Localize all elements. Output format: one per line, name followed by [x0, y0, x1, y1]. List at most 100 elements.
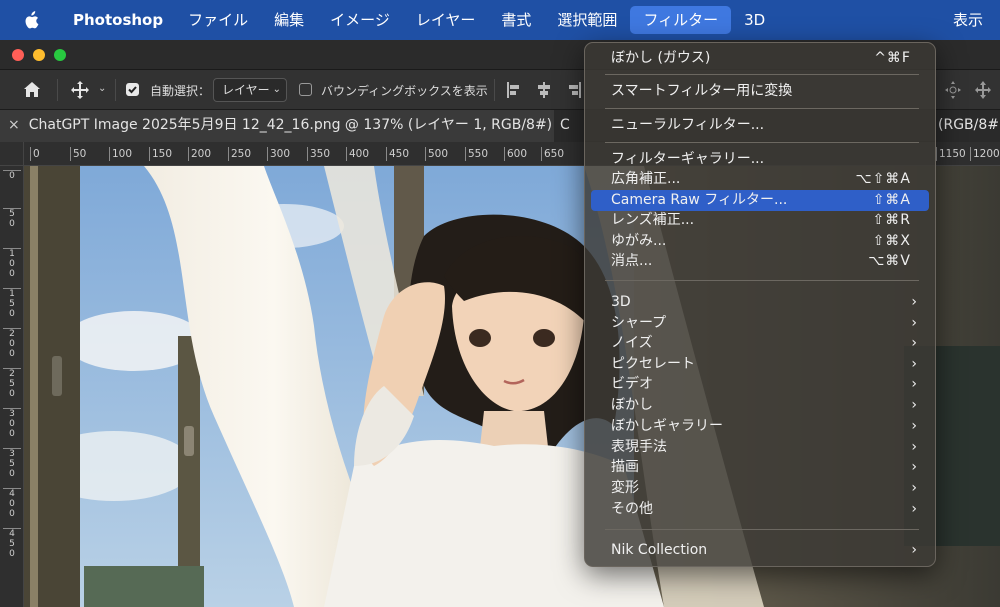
chevron-down-icon[interactable]: ⌄ [98, 83, 106, 94]
submenu-arrow-icon: › [911, 418, 917, 434]
ruler-tick: 150 [149, 147, 172, 161]
menu-filter[interactable]: フィルター [630, 6, 732, 34]
minimize-window-button[interactable] [33, 49, 45, 61]
menu-item-label: ぼかし [611, 397, 653, 413]
submenu-arrow-icon: › [911, 480, 917, 496]
auto-select-value: レイヤー [222, 83, 270, 97]
align-left-icon[interactable] [506, 81, 522, 102]
ruler-tick: 3 0 0 [3, 408, 21, 439]
menu-item-stylize[interactable]: 表現手法 › [591, 437, 929, 458]
menu-item-label: 表現手法 [611, 439, 667, 455]
3d-orbit-icon[interactable] [944, 80, 962, 103]
menu-item-blur[interactable]: ぼかし › [591, 395, 929, 416]
ruler-tick: 350 [307, 147, 330, 161]
menu-item-label: Camera Raw フィルター... [611, 192, 788, 208]
bounding-box-label: バウンディングボックスを表示 [321, 84, 488, 98]
menu-item-shortcut: ⇧⌘X [872, 233, 911, 249]
zoom-window-button[interactable] [54, 49, 66, 61]
menu-item-blur-gallery[interactable]: ぼかしギャラリー › [591, 416, 929, 437]
menu-item-vanishing-point[interactable]: 消点... ⌥⌘V [591, 251, 929, 272]
auto-select-dropdown[interactable]: レイヤー ⌄ [213, 78, 287, 102]
menu-photoshop[interactable]: Photoshop [61, 6, 175, 34]
menu-item-label: ノイズ [611, 335, 653, 351]
menu-item-adaptive-wide-angle[interactable]: 広角補正... ⌥⇧⌘A [591, 169, 929, 190]
ruler-tick: 550 [465, 147, 488, 161]
ruler-tick: 2 5 0 [3, 368, 21, 399]
menu-item-label: レンズ補正... [611, 212, 695, 228]
ruler-tick: 450 [386, 147, 409, 161]
bounding-box-checkbox[interactable] [299, 83, 312, 96]
menu-image[interactable]: イメージ [317, 6, 403, 34]
menu-item-other[interactable]: その他 › [591, 499, 929, 520]
vertical-ruler: 0 5 0 1 0 0 1 5 0 2 0 0 2 5 0 3 0 0 3 5 … [0, 166, 24, 607]
menu-item-shortcut: ⇧⌘A [872, 192, 911, 208]
menu-item-filter-gallery[interactable]: フィルターギャラリー... [591, 149, 929, 170]
ruler-tick: 400 [346, 147, 369, 161]
tab-title-fragment-right: (RGB/8#) [938, 117, 1000, 133]
menu-item-noise[interactable]: ノイズ › [591, 333, 929, 354]
menu-item-label: 広角補正... [611, 171, 681, 187]
menu-item-label: その他 [611, 501, 653, 517]
menu-item-nik-collection[interactable]: Nik Collection › [591, 540, 929, 561]
menu-item-label: スマートフィルター用に変換 [611, 83, 793, 99]
move-tool-icon[interactable] [70, 80, 90, 103]
submenu-arrow-icon: › [911, 315, 917, 331]
apple-logo-icon[interactable] [22, 10, 40, 30]
ruler-tick: 50 [70, 147, 86, 161]
macos-menubar: Photoshop ファイル 編集 イメージ レイヤー 書式 選択範囲 フィルタ… [0, 0, 1000, 40]
menu-item-label: Nik Collection [611, 542, 708, 558]
ruler-tick: 300 [267, 147, 290, 161]
submenu-arrow-icon: › [911, 376, 917, 392]
submenu-arrow-icon: › [911, 335, 917, 351]
menu-item-3d[interactable]: 3D › [591, 292, 929, 313]
menu-item-liquify[interactable]: ゆがみ... ⇧⌘X [591, 231, 929, 252]
menu-item-label: 3D [611, 294, 631, 310]
menu-3d[interactable]: 3D [731, 6, 778, 34]
menu-item-label: ぼかしギャラリー [611, 418, 723, 434]
document-tab-right[interactable]: (RGB/8#) [936, 110, 1000, 142]
menu-item-gaussian-blur-last[interactable]: ぼかし (ガウス) ^⌘F [591, 48, 929, 69]
auto-select-checkbox[interactable] [126, 83, 139, 96]
align-center-icon[interactable] [536, 81, 552, 102]
menu-select[interactable]: 選択範囲 [544, 6, 630, 34]
menu-item-sharpen[interactable]: シャープ › [591, 313, 929, 334]
menu-item-render[interactable]: 描画 › [591, 457, 929, 478]
menu-file[interactable]: ファイル [175, 6, 261, 34]
document-tab-active[interactable]: × ChatGPT Image 2025年5月9日 12_42_16.png @ … [0, 110, 568, 142]
tab-title-fragment: C [560, 117, 570, 133]
ruler-tick: 3 5 0 [3, 448, 21, 479]
menu-type[interactable]: 書式 [488, 6, 544, 34]
menu-item-camera-raw-filter[interactable]: Camera Raw フィルター... ⇧⌘A [591, 190, 929, 211]
home-icon[interactable] [22, 80, 42, 103]
menu-item-label: ゆがみ... [611, 233, 667, 249]
submenu-arrow-icon: › [911, 294, 917, 310]
menu-item-label: シャープ [611, 315, 667, 331]
menu-item-shortcut: ⌥⇧⌘A [855, 171, 911, 187]
menu-item-video[interactable]: ビデオ › [591, 374, 929, 395]
menu-item-label: ビデオ [611, 376, 653, 392]
menu-item-pixelate[interactable]: ピクセレート › [591, 354, 929, 375]
menu-view[interactable]: 表示 [940, 6, 996, 34]
ruler-tick: 5 0 [3, 208, 21, 229]
menu-item-label: フィルターギャラリー... [611, 151, 765, 167]
menu-layer[interactable]: レイヤー [403, 6, 489, 34]
menu-item-label: 消点... [611, 253, 653, 269]
submenu-arrow-icon: › [911, 397, 917, 413]
ruler-tick: 4 5 0 [3, 528, 21, 559]
close-window-button[interactable] [12, 49, 24, 61]
submenu-arrow-icon: › [911, 356, 917, 372]
close-tab-icon[interactable]: × [8, 117, 20, 133]
menu-item-distort[interactable]: 変形 › [591, 478, 929, 499]
menu-item-lens-correction[interactable]: レンズ補正... ⇧⌘R [591, 210, 929, 231]
menu-item-label: 変形 [611, 480, 639, 496]
align-right-icon[interactable] [566, 81, 582, 102]
menu-item-neural-filters[interactable]: ニューラルフィルター... [591, 115, 929, 136]
menu-item-convert-smart-filters[interactable]: スマートフィルター用に変換 [591, 81, 929, 102]
menu-edit[interactable]: 編集 [261, 6, 317, 34]
3d-pan-icon[interactable] [974, 80, 992, 103]
submenu-arrow-icon: › [911, 459, 917, 475]
ruler-tick: 0 [30, 147, 40, 161]
menu-item-label: ピクセレート [611, 356, 695, 372]
ruler-corner [0, 142, 24, 165]
document-tab-second[interactable]: C [554, 110, 584, 142]
